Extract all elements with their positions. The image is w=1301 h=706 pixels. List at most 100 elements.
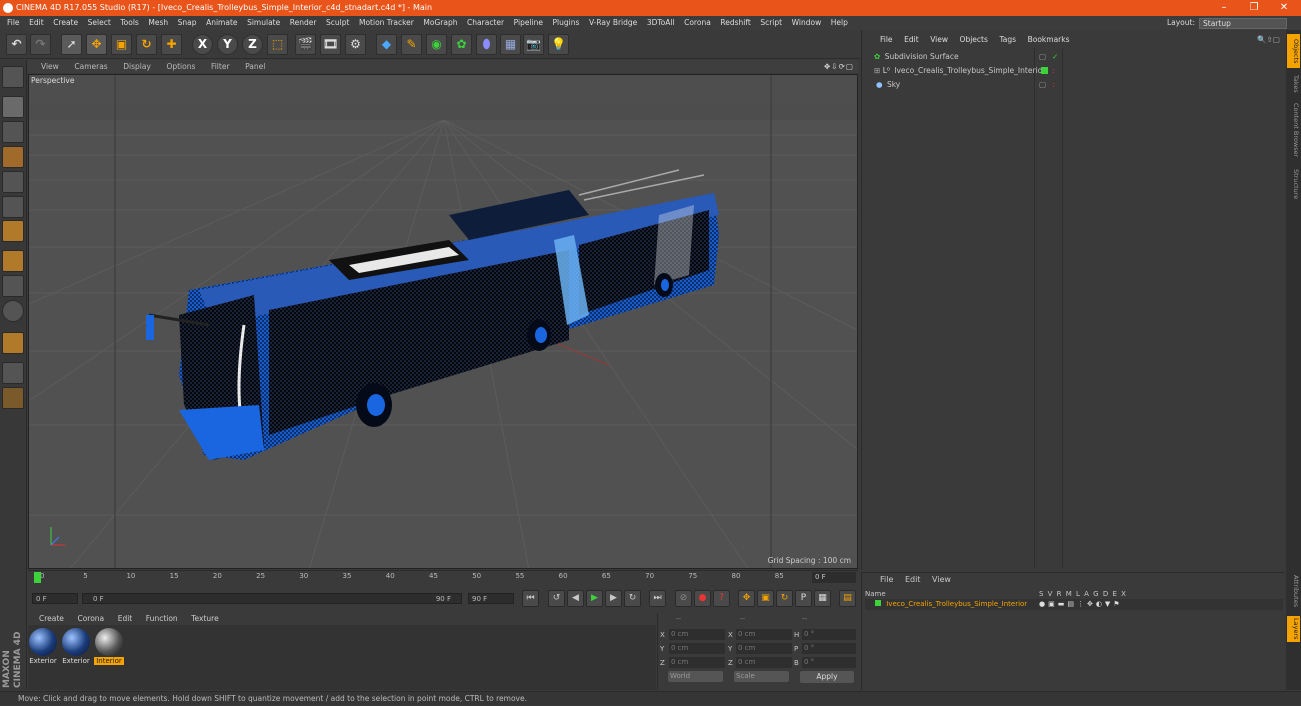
viewport-menu-cameras[interactable]: Cameras: [74, 62, 107, 71]
keyframe-selection-icon[interactable]: ?: [713, 590, 730, 607]
viewport-menu-panel[interactable]: Panel: [245, 62, 265, 71]
apply-button[interactable]: Apply: [800, 671, 854, 683]
expand-icon[interactable]: ⊞: [874, 66, 880, 75]
menu-3dtoall[interactable]: 3DToAll: [647, 18, 675, 27]
go-to-end-icon[interactable]: ⏭: [649, 590, 666, 607]
layers-menu-file[interactable]: File: [880, 575, 893, 584]
play-icon[interactable]: ▶: [586, 590, 603, 607]
model-mode-icon[interactable]: [2, 96, 24, 118]
position-x-field[interactable]: 0 cm: [669, 629, 725, 640]
viewport-menu-view[interactable]: View: [41, 62, 59, 71]
menu-corona[interactable]: Corona: [684, 18, 711, 27]
render-view-icon[interactable]: 🎬: [295, 34, 316, 55]
timeline-ruler[interactable]: 051015202530354045505560657075808590 0 F: [28, 570, 858, 584]
tab-structure[interactable]: Structure: [1287, 164, 1300, 204]
key-parameter-icon[interactable]: P: [795, 590, 812, 607]
menu-pipeline[interactable]: Pipeline: [514, 18, 543, 27]
start-frame-field[interactable]: 0 F: [32, 593, 78, 604]
menu-file[interactable]: File: [7, 18, 20, 27]
material-menu-corona[interactable]: Corona: [77, 614, 104, 623]
camera-object-icon[interactable]: 📷: [523, 34, 544, 55]
close-button[interactable]: ✕: [1269, 0, 1299, 16]
tab-layers[interactable]: Layers: [1287, 616, 1300, 642]
object-row-sky[interactable]: ● Sky ▢ :: [864, 78, 1284, 91]
axis-mode-icon[interactable]: [2, 250, 24, 272]
material-menu-edit[interactable]: Edit: [118, 614, 133, 623]
y-axis-button[interactable]: Y: [217, 34, 238, 55]
material-exterior-2[interactable]: Exterior: [61, 628, 91, 665]
world-dropdown[interactable]: World: [668, 671, 723, 682]
go-to-start-icon[interactable]: ⏮: [522, 590, 539, 607]
objects-menu-tags[interactable]: Tags: [999, 35, 1016, 44]
light-object-icon[interactable]: 💡: [548, 34, 569, 55]
menu-edit[interactable]: Edit: [29, 18, 44, 27]
key-position-icon[interactable]: ✥: [738, 590, 755, 607]
last-tool-icon[interactable]: ✚: [161, 34, 182, 55]
objects-menu-edit[interactable]: Edit: [904, 35, 919, 44]
record-active-icon[interactable]: ⊘: [675, 590, 692, 607]
rotation-b-field[interactable]: 0 °: [802, 657, 856, 668]
size-x-field[interactable]: 0 cm: [736, 629, 792, 640]
menu-plugins[interactable]: Plugins: [553, 18, 580, 27]
enabled-check-icon[interactable]: ✓: [1052, 50, 1058, 63]
spline-pen-icon[interactable]: ✎: [401, 34, 422, 55]
render-picture-viewer-icon[interactable]: 🎞: [320, 34, 341, 55]
x-axis-button[interactable]: X: [192, 34, 213, 55]
next-frame-icon[interactable]: ▶: [605, 590, 622, 607]
menu-character[interactable]: Character: [467, 18, 504, 27]
workplane-grid-icon[interactable]: [2, 362, 24, 384]
snap-toggle-icon[interactable]: [2, 332, 24, 354]
menu-motion-tracker[interactable]: Motion Tracker: [359, 18, 414, 27]
layer-flag-icons[interactable]: ●▣▬▤⋮✥◐▼⚑: [1039, 599, 1123, 610]
deformer-icon[interactable]: ⬮: [476, 34, 497, 55]
scale-dropdown[interactable]: Scale: [734, 671, 789, 682]
layers-menu-view[interactable]: View: [932, 575, 951, 584]
rotate-tool-icon[interactable]: ↻: [136, 34, 157, 55]
tab-attributes[interactable]: Attributes: [1287, 570, 1300, 612]
perspective-viewport[interactable]: Perspective Grid Spacing : 100 cm: [28, 74, 858, 569]
menu-sculpt[interactable]: Sculpt: [326, 18, 349, 27]
locked-workplane-icon[interactable]: [2, 387, 24, 409]
previous-key-icon[interactable]: ↺: [548, 590, 565, 607]
scale-tool-icon[interactable]: ▣: [111, 34, 132, 55]
menu-window[interactable]: Window: [792, 18, 822, 27]
points-mode-icon[interactable]: [2, 171, 24, 193]
key-rotation-icon[interactable]: ↻: [776, 590, 793, 607]
visibility-toggle-icon[interactable]: ▢: [1039, 78, 1046, 91]
cube-object-icon[interactable]: ◆: [376, 34, 397, 55]
polygons-mode-icon[interactable]: [2, 220, 24, 242]
minimize-button[interactable]: –: [1209, 0, 1239, 16]
solo-mode-icon[interactable]: [2, 300, 24, 322]
menu-create[interactable]: Create: [53, 18, 78, 27]
current-frame-field[interactable]: 0 F: [812, 572, 856, 583]
texture-mode-icon[interactable]: [2, 121, 24, 143]
subdivision-surface-icon[interactable]: ◉: [426, 34, 447, 55]
edges-mode-icon[interactable]: [2, 196, 24, 218]
object-row-trolleybus[interactable]: ⊞ L⁰ Iveco_Crealis_Trolleybus_Simple_Int…: [864, 64, 1284, 77]
autokey-icon[interactable]: ●: [694, 590, 711, 607]
menu-snap[interactable]: Snap: [178, 18, 197, 27]
layout-dropdown[interactable]: Startup: [1199, 17, 1287, 29]
previous-frame-icon[interactable]: ◀: [567, 590, 584, 607]
viewport-menu-filter[interactable]: Filter: [211, 62, 230, 71]
menu-simulate[interactable]: Simulate: [247, 18, 280, 27]
size-y-field[interactable]: 0 cm: [736, 643, 792, 654]
live-selection-icon[interactable]: ➚: [61, 34, 82, 55]
objects-menu-objects[interactable]: Objects: [960, 35, 988, 44]
next-key-icon[interactable]: ↻: [624, 590, 641, 607]
workplane-mode-icon[interactable]: [2, 146, 24, 168]
array-mograph-icon[interactable]: ✿: [451, 34, 472, 55]
position-z-field[interactable]: 0 cm: [669, 657, 725, 668]
key-pla-icon[interactable]: ▦: [814, 590, 831, 607]
viewport-nav-icons[interactable]: ✥⇩⟳▢: [824, 60, 854, 73]
key-scale-icon[interactable]: ▣: [757, 590, 774, 607]
make-editable-icon[interactable]: [2, 66, 24, 88]
z-axis-button[interactable]: Z: [242, 34, 263, 55]
layer-row[interactable]: Iveco_Crealis_Trolleybus_Simple_Interior…: [865, 599, 1283, 610]
object-row-subdivision[interactable]: ✿ Subdivision Surface ▢ ✓: [864, 50, 1284, 63]
size-z-field[interactable]: 0 cm: [736, 657, 792, 668]
rotation-h-field[interactable]: 0 °: [802, 629, 856, 640]
material-menu-create[interactable]: Create: [39, 614, 64, 623]
timeline-playhead[interactable]: [34, 572, 41, 583]
redo-icon[interactable]: ↷: [30, 34, 51, 55]
